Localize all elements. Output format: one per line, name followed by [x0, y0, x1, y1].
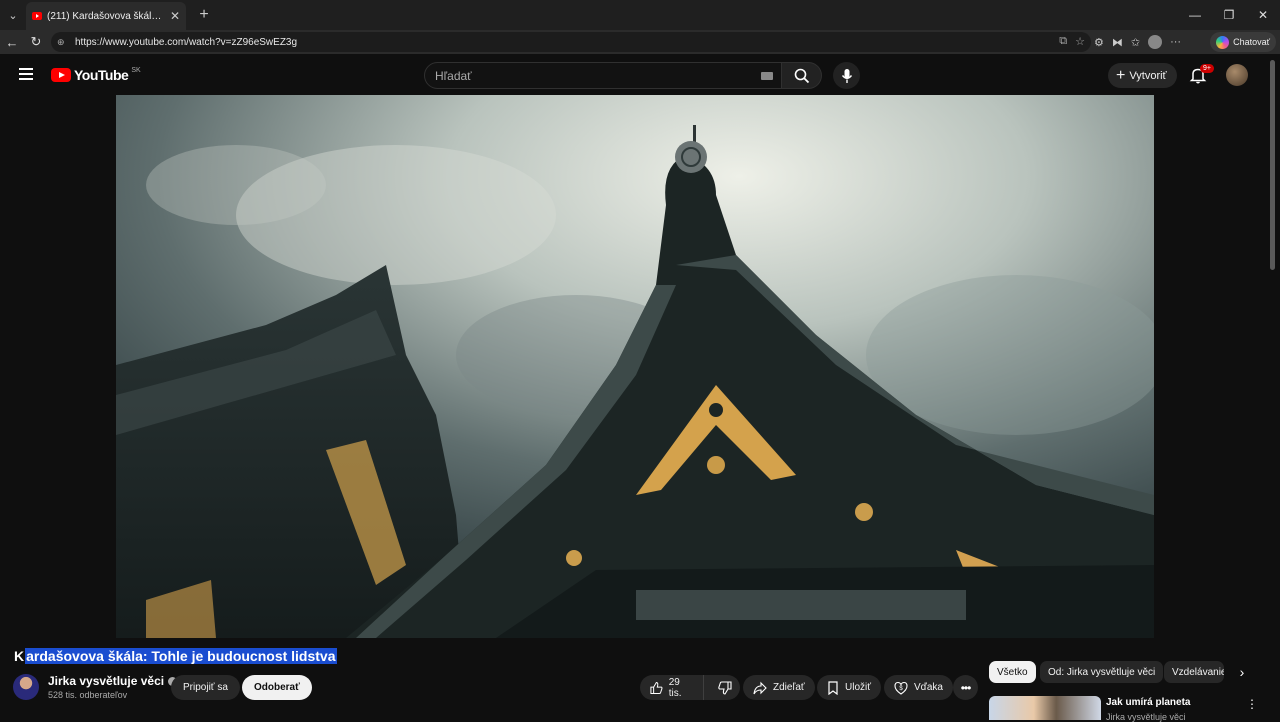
tab-list-chevron-icon[interactable]: ⌄ [0, 0, 26, 30]
channel-avatar[interactable] [13, 674, 39, 700]
chips-next-chevron-icon[interactable]: › [1232, 662, 1252, 682]
country-code: SK [131, 66, 141, 74]
thanks-label: Vďaka [914, 682, 943, 693]
split-screen-icon[interactable]: ⧓ [1112, 36, 1123, 49]
like-button[interactable]: 29 tis. [640, 675, 704, 700]
share-button[interactable]: Zdieľať [743, 675, 815, 700]
extensions-icon[interactable]: ⚙ [1094, 36, 1104, 49]
create-label: Vytvoriť [1129, 69, 1167, 82]
reload-icon[interactable]: ↻ [24, 34, 48, 50]
share-label: Zdieľať [773, 682, 805, 693]
like-count: 29 tis. [668, 676, 682, 699]
more-actions-button[interactable]: ••• [953, 675, 978, 700]
favorite-star-icon[interactable]: ☆ [1075, 35, 1085, 48]
browser-tabbar: ⌄ (211) Kardašovova škála: Tohle je budo… [0, 0, 1280, 30]
recommendation-thumbnail[interactable] [989, 696, 1101, 720]
video-frame-image [116, 95, 1154, 638]
account-avatar[interactable] [1226, 64, 1248, 86]
subscribe-button[interactable]: Odoberať [242, 675, 312, 700]
video-title-selected-text: ardašovova škála: Tohle je budoucnost li… [25, 648, 337, 664]
channel-name-text: Jirka vysvětluje věci [48, 674, 165, 688]
notification-count-badge: 9+ [1200, 64, 1214, 73]
new-tab-icon[interactable]: + [192, 6, 216, 24]
restore-icon[interactable]: ❐ [1212, 0, 1246, 30]
bookmark-icon [828, 680, 838, 695]
recommendation-channel: Jirka vysvětluje věci [1106, 712, 1186, 722]
keyboard-icon[interactable] [761, 72, 773, 80]
thumbs-down-icon [718, 680, 732, 695]
search-icon [794, 68, 809, 83]
menu-icon[interactable] [19, 68, 33, 83]
more-horizontal-icon: ••• [960, 680, 972, 695]
share-icon [753, 681, 767, 694]
chip-education[interactable]: Vzdelávanie [1164, 661, 1224, 683]
dislike-button[interactable] [710, 675, 740, 700]
subscriber-count: 528 tis. odberateľov [48, 690, 128, 700]
youtube-favicon-icon [32, 12, 42, 20]
microphone-icon [841, 68, 852, 83]
settings-more-icon[interactable]: ··· [1170, 36, 1181, 48]
search-button[interactable] [782, 62, 822, 89]
chip-from-channel[interactable]: Od: Jirka vysvětluje věci [1040, 661, 1164, 683]
thanks-button[interactable]: $ Vďaka [884, 675, 953, 700]
copilot-label: Chatovať [1233, 37, 1270, 47]
minimize-icon[interactable]: — [1178, 0, 1212, 30]
video-player[interactable] [116, 95, 1154, 638]
window-controls: — ❐ ✕ [1178, 0, 1280, 30]
save-button[interactable]: Uložiť [817, 675, 881, 700]
video-title-first-letter: K [14, 648, 25, 664]
browser-toolbar: ← ↻ ⊕ https://www.youtube.com/watch?v=zZ… [0, 30, 1280, 54]
close-tab-icon[interactable]: ✕ [170, 9, 180, 23]
plus-icon: + [1116, 66, 1126, 84]
back-icon[interactable]: ← [0, 35, 24, 50]
video-title: Kardašovova škála: Tohle je budoucnost l… [13, 648, 337, 664]
search-placeholder: Hľadať [435, 68, 472, 83]
chip-all[interactable]: Všetko [989, 661, 1036, 683]
page-scrollbar[interactable] [1270, 60, 1275, 270]
channel-name-link[interactable]: Jirka vysvětluje věci [48, 674, 178, 688]
url-text: https://www.youtube.com/watch?v=zZ96eSwE… [75, 36, 298, 48]
favorites-icon[interactable]: ✩ [1131, 36, 1140, 49]
svg-text:$: $ [899, 686, 903, 692]
browser-tab-youtube[interactable]: (211) Kardašovova škála: Tohle je budouc… [26, 2, 186, 30]
open-in-app-icon[interactable]: ⧉ [1059, 35, 1067, 48]
browser-tab-title: (211) Kardašovova škála: Tohle je budouc… [47, 10, 165, 22]
youtube-logo[interactable]: YouTube SK [51, 67, 141, 83]
join-button[interactable]: Pripojiť sa [171, 675, 240, 700]
address-bar[interactable]: ⊕ https://www.youtube.com/watch?v=zZ96eS… [51, 32, 1091, 52]
create-button[interactable]: + Vytvoriť [1108, 63, 1177, 88]
profile-icon[interactable] [1148, 35, 1163, 49]
site-info-icon[interactable]: ⊕ [57, 37, 69, 48]
youtube-wordmark: YouTube [74, 67, 129, 83]
voice-search-button[interactable] [833, 62, 860, 89]
save-label: Uložiť [845, 682, 871, 693]
search-input[interactable]: Hľadať [424, 62, 782, 89]
browser-extensions: ⚙ ⧓ ✩ ··· [1094, 32, 1181, 52]
copilot-icon [1216, 35, 1230, 49]
recommendation-menu-icon[interactable]: ⋮ [1246, 697, 1258, 711]
super-thanks-icon: $ [894, 681, 908, 695]
youtube-play-icon [51, 68, 71, 82]
like-dislike-group: 29 tis. [640, 675, 740, 700]
recommendation-title[interactable]: Jak umírá planeta [1106, 697, 1190, 708]
close-window-icon[interactable]: ✕ [1246, 0, 1280, 30]
copilot-button[interactable]: Chatovať [1210, 32, 1276, 52]
thumbs-up-icon [650, 681, 663, 694]
